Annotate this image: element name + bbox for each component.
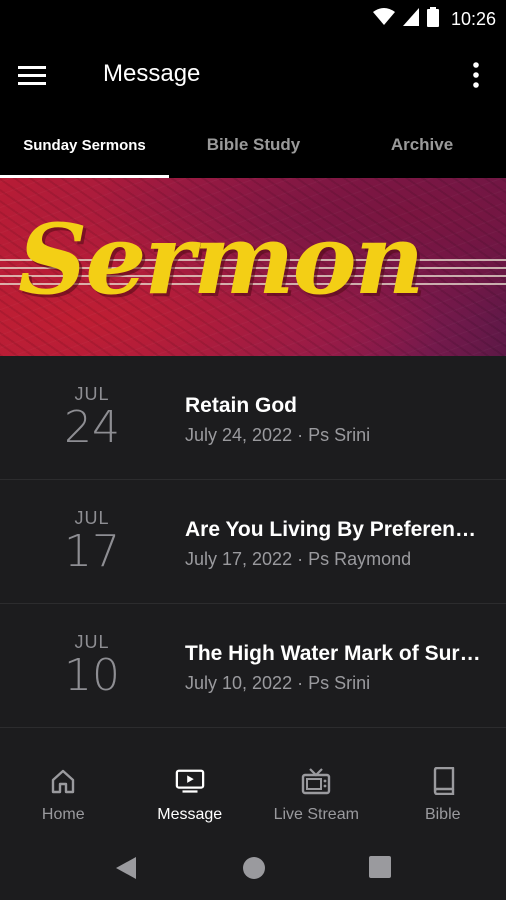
home-icon (48, 766, 78, 796)
signal-icon (402, 7, 419, 31)
video-icon (175, 766, 205, 796)
date-day: 10 (64, 650, 120, 701)
tv-icon (301, 766, 331, 796)
status-bar: 10:26 (0, 0, 506, 38)
sermon-title: Are You Living By Preference? (185, 518, 485, 541)
sermon-banner[interactable]: Sermon (0, 178, 506, 356)
list-item[interactable]: JUL 17 Are You Living By Preference? Jul… (0, 480, 506, 604)
date-day: 24 (64, 402, 120, 453)
list-item[interactable]: JUL 10 The High Water Mark of Surrender … (0, 604, 506, 728)
hamburger-menu-icon[interactable] (18, 58, 58, 92)
nav-label: Message (157, 806, 223, 823)
nav-bible[interactable]: Bible (380, 728, 506, 848)
battery-icon (426, 6, 439, 32)
sermon-meta: July 10, 2022 · Ps Srini (185, 673, 371, 693)
bottom-nav: Home Message Live Stream Bible (0, 728, 506, 848)
nav-message[interactable]: Message (127, 728, 254, 848)
book-icon (428, 766, 458, 796)
status-icons: 10:26 (372, 6, 496, 32)
tab-bible-study[interactable]: Bible Study (169, 112, 338, 178)
sermon-meta: July 24, 2022 · Ps Srini (185, 425, 371, 445)
app-bar: Message (0, 38, 506, 112)
tab-bar: Sunday Sermons Bible Study Archive (0, 112, 506, 178)
nav-label: Bible (424, 806, 461, 823)
sermon-title: Retain God (185, 394, 298, 417)
list-item[interactable]: JUL 24 Retain God July 24, 2022 · Ps Sri… (0, 356, 506, 480)
page-title: Message (103, 60, 201, 87)
sermon-meta: July 17, 2022 · Ps Raymond (185, 549, 412, 569)
system-nav-bar (0, 836, 506, 900)
nav-home[interactable]: Home (0, 728, 127, 848)
more-vertical-icon[interactable] (464, 58, 488, 92)
back-icon[interactable] (115, 856, 137, 885)
sermon-title: The High Water Mark of Surrender (185, 642, 485, 665)
tab-archive[interactable]: Archive (338, 112, 506, 178)
date-day: 17 (64, 526, 120, 577)
status-time: 10:26 (450, 8, 496, 29)
nav-label: Live Stream (273, 806, 359, 823)
sermon-list: JUL 24 Retain God July 24, 2022 · Ps Sri… (0, 356, 506, 728)
wifi-icon (372, 7, 395, 31)
nav-live-stream[interactable]: Live Stream (253, 728, 380, 848)
nav-label: Home (41, 806, 85, 823)
home-circle-icon[interactable] (242, 856, 266, 885)
tab-sunday-sermons[interactable]: Sunday Sermons (0, 112, 169, 178)
banner-title: Sermon (18, 203, 424, 316)
recents-icon[interactable] (369, 856, 391, 883)
